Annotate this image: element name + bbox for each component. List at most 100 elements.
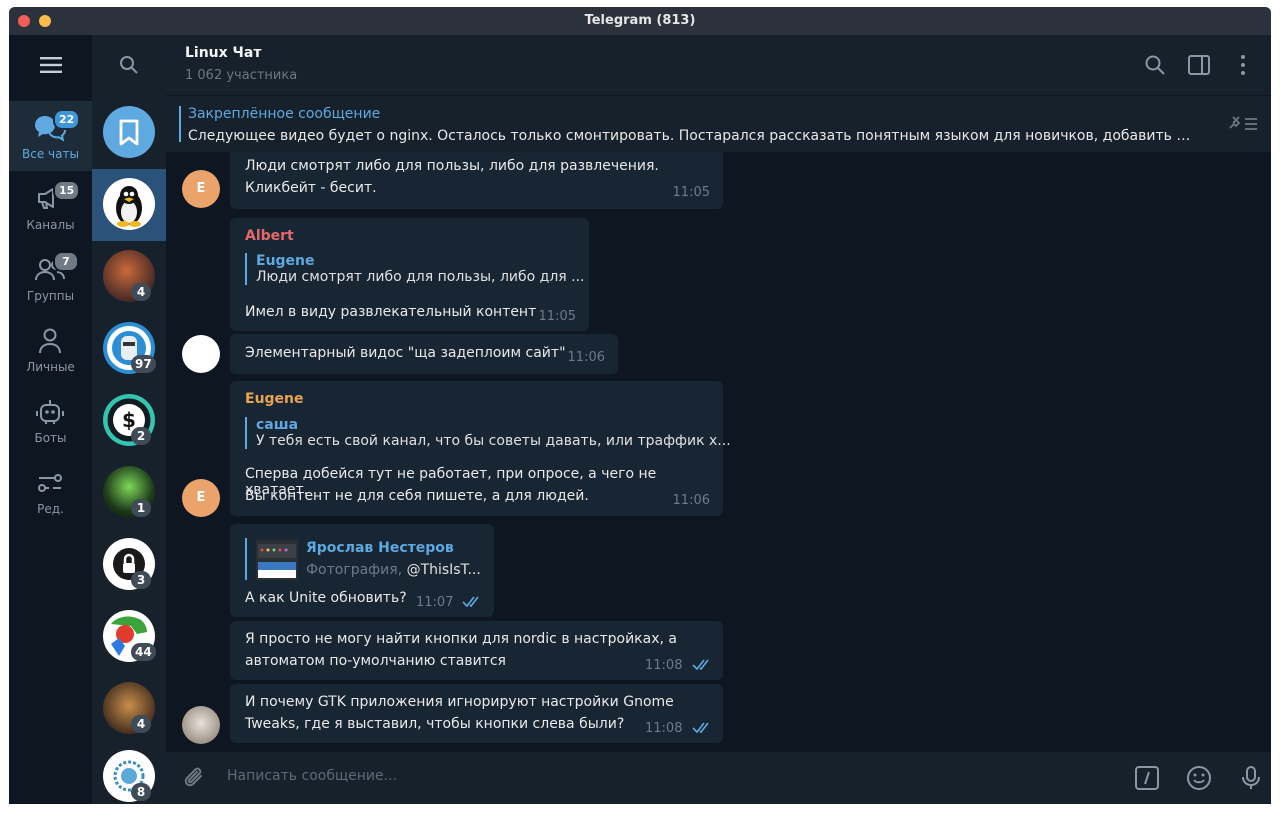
message-composer: Написать сообщение...: [166, 752, 1271, 804]
folder-label: Группы: [26, 289, 75, 303]
folder-channels[interactable]: 15 Каналы: [9, 172, 92, 242]
quote-text: У тебя есть свой канал, что бы советы да…: [256, 433, 731, 449]
bookmark-icon: [119, 119, 139, 146]
folder-personal[interactable]: Личные: [9, 314, 92, 384]
folder-groups[interactable]: 7 Группы: [9, 243, 92, 313]
chat-item-7[interactable]: 3: [92, 529, 166, 601]
chat-item-5[interactable]: $ 2: [92, 385, 166, 457]
chat-item-4[interactable]: 97: [92, 313, 166, 385]
message-text: Вы контент не для себя пишете, а для люд…: [245, 488, 589, 504]
chat-item-6[interactable]: 1: [92, 457, 166, 529]
emoji-icon[interactable]: [1186, 765, 1212, 791]
avatar: [103, 106, 155, 158]
message-bubble[interactable]: Albert Eugene Люди смотрят либо для поль…: [230, 218, 589, 331]
folder-bots[interactable]: Боты: [9, 385, 92, 455]
title-bar: Telegram (813): [9, 7, 1271, 35]
message-bubble[interactable]: Ярослав Нестеров Фотография, @ThisIsT...…: [230, 524, 494, 617]
quote-author: Ярослав Нестеров: [306, 540, 454, 556]
avatar[interactable]: E: [182, 479, 220, 517]
microphone-icon[interactable]: [1238, 765, 1264, 791]
avatar[interactable]: E: [182, 170, 220, 208]
quote-media-type: Фотография,: [306, 562, 403, 578]
unread-badge: 44: [131, 643, 156, 661]
avatar[interactable]: [182, 335, 220, 373]
reply-quote[interactable]: Eugene Люди смотрят либо для пользы, либ…: [245, 253, 585, 285]
chat-item-10[interactable]: 8: [92, 741, 166, 804]
unread-badge: 97: [131, 355, 156, 373]
chat-panel: Linux Чат 1 062 участника Закреплённое с…: [166, 35, 1271, 804]
sidebar-toggle-icon[interactable]: [1187, 53, 1211, 77]
folder-unread-badge: 22: [53, 109, 81, 130]
unread-badge: 8: [131, 783, 151, 801]
bot-commands-icon[interactable]: [1134, 765, 1160, 791]
photo-thumbnail: [256, 540, 298, 580]
message-text: Имел в виду развлекательный контент: [245, 304, 537, 320]
chat-item-3[interactable]: 4: [92, 241, 166, 313]
person-icon: [39, 328, 61, 354]
window-title: Telegram (813): [584, 13, 696, 28]
pinned-message-bar[interactable]: Закреплённое сообщение Следующее видео б…: [166, 95, 1271, 152]
message-time: 11:06: [672, 493, 710, 508]
attach-icon[interactable]: [182, 765, 208, 791]
quote-author: Eugene: [256, 253, 315, 269]
chat-item-saved-messages[interactable]: [92, 97, 166, 169]
folder-unread-badge: 7: [53, 251, 79, 272]
sender-name[interactable]: Albert: [245, 228, 294, 244]
message-text: Кликбейт - бесит.: [245, 180, 377, 196]
message-time: 11:06: [567, 350, 605, 365]
chat-list: 4 97 $ 2 1 3 44 4 8: [92, 35, 166, 804]
member-count: 1 062 участника: [185, 68, 298, 83]
reply-quote[interactable]: саша У тебя есть свой канал, что бы сове…: [245, 417, 731, 449]
message-list[interactable]: E Люди смотрят либо для пользы, либо для…: [166, 152, 1271, 752]
folder-label: Все чаты: [22, 147, 79, 161]
reply-quote[interactable]: Ярослав Нестеров Фотография, @ThisIsT...: [245, 538, 484, 580]
avatar[interactable]: [182, 706, 220, 744]
message-time: 11:05: [672, 185, 710, 200]
main-menu-button[interactable]: [9, 35, 92, 95]
unread-badge: 4: [131, 283, 151, 301]
message-bubble[interactable]: И почему GTK приложения игнорируют настр…: [230, 684, 723, 743]
message-text: автоматом по-умолчанию ставится: [245, 653, 506, 669]
quote-text: Люди смотрят либо для пользы, либо для .…: [256, 269, 585, 285]
folder-label: Каналы: [26, 218, 75, 232]
pinned-text: Следующее видео будет о nginx. Осталось …: [188, 128, 1198, 144]
folder-label: Личные: [26, 360, 75, 374]
unread-badge: 4: [131, 715, 151, 733]
chat-item-linux-chat[interactable]: [92, 169, 166, 241]
quote-caption: Фотография, @ThisIsT...: [306, 562, 481, 578]
message-input[interactable]: Написать сообщение...: [227, 768, 397, 784]
message-time: 11:08: [645, 658, 683, 673]
folders-sidebar: 22 Все чаты 15 Каналы 7 Группы Личные Бо…: [9, 35, 92, 804]
message-text: Элементарный видос "ща задеплоим сайт": [245, 345, 566, 361]
chat-header[interactable]: Linux Чат 1 062 участника: [166, 35, 1271, 95]
folder-label: Ред.: [37, 502, 64, 516]
folder-unread-badge: 15: [53, 180, 81, 201]
double-check-icon: [462, 596, 479, 608]
search-chats-button[interactable]: [92, 35, 166, 95]
folder-all-chats[interactable]: 22 Все чаты: [9, 101, 92, 171]
message-text: Я просто не могу найти кнопки для nordic…: [245, 631, 677, 647]
chat-item-9[interactable]: 4: [92, 673, 166, 745]
pinned-accent-bar: [179, 106, 181, 142]
folder-edit[interactable]: Ред.: [9, 456, 92, 526]
folder-label: Боты: [34, 431, 67, 445]
edit-folders-icon: [38, 474, 62, 492]
message-text: Tweaks, где я выставил, чтобы кнопки сле…: [245, 716, 625, 732]
message-bubble[interactable]: Eugene саша У тебя есть свой канал, что …: [230, 381, 731, 516]
avatar: [103, 178, 155, 230]
bot-icon: [36, 400, 64, 424]
telegram-window: Telegram (813) 22 Все чаты 15 Каналы 7 Г…: [9, 7, 1271, 804]
search-icon: [120, 56, 138, 74]
message-bubble[interactable]: Элементарный видос "ща задеплоим сайт" 1…: [230, 334, 618, 374]
message-text: А как Unite обновить?: [245, 590, 407, 606]
pinned-title: Закреплённое сообщение: [188, 106, 381, 122]
more-options-icon[interactable]: [1231, 53, 1255, 77]
message-time: 11:07: [416, 595, 454, 610]
sender-name[interactable]: Eugene: [245, 391, 304, 407]
chat-item-8[interactable]: 44: [92, 601, 166, 673]
search-icon[interactable]: [1143, 53, 1167, 77]
message-time: 11:08: [645, 721, 683, 736]
message-bubble[interactable]: Люди смотрят либо для пользы, либо для р…: [230, 152, 723, 209]
pinned-list-icon[interactable]: [1227, 113, 1259, 135]
message-bubble[interactable]: Я просто не могу найти кнопки для nordic…: [230, 621, 723, 680]
